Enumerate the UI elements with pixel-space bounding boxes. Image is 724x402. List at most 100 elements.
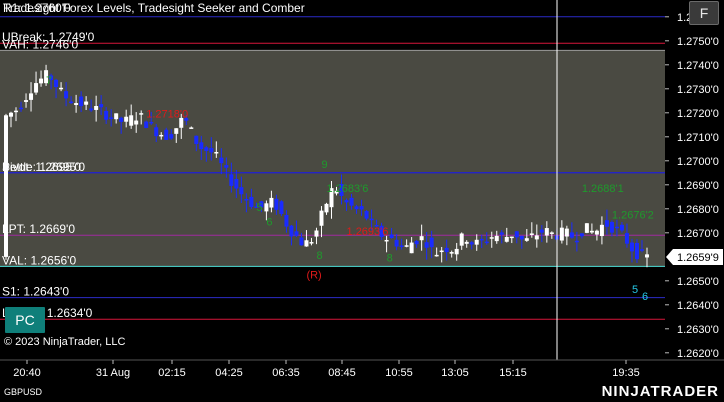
price-tick-label: 1.2730'0 bbox=[677, 84, 719, 96]
candle-body bbox=[514, 231, 519, 238]
level-label-s1: S1: 1.2643'0 bbox=[2, 285, 69, 299]
candle-body bbox=[414, 240, 419, 245]
candle-body bbox=[349, 197, 354, 206]
chart-canvas: UBreak: 1.2749'0VAH: 1.2746'0Pivot: 1.26… bbox=[0, 0, 724, 402]
candle-body bbox=[94, 106, 99, 110]
candle-body bbox=[54, 79, 59, 87]
signal-annotation: 9 bbox=[321, 159, 327, 171]
candle-body bbox=[469, 242, 474, 245]
candle-body bbox=[519, 235, 524, 240]
price-tick-label: 1.2620'0 bbox=[677, 348, 719, 360]
candle-body bbox=[69, 101, 74, 104]
candle-body bbox=[89, 108, 94, 111]
candle-body bbox=[509, 236, 514, 239]
candle-body bbox=[4, 115, 8, 257]
signal-annotation: 1.2693'6 bbox=[347, 226, 389, 238]
candle-body bbox=[624, 233, 629, 244]
candle-body bbox=[289, 225, 294, 237]
candle-body bbox=[479, 238, 484, 241]
candle-body bbox=[404, 245, 409, 247]
candle-body bbox=[104, 110, 109, 120]
candle-body bbox=[24, 100, 29, 102]
candle-body bbox=[159, 134, 164, 137]
candle-body bbox=[294, 231, 299, 236]
candle-body bbox=[464, 241, 469, 244]
candle-body bbox=[214, 151, 219, 154]
candle-body bbox=[524, 238, 529, 241]
candle-body bbox=[224, 165, 229, 168]
candle-body bbox=[639, 249, 644, 251]
price-tick-label: 1.2670'0 bbox=[677, 228, 719, 240]
candle-body bbox=[269, 197, 274, 208]
signal-annotation: (R) bbox=[306, 269, 321, 281]
candle-body bbox=[139, 113, 144, 115]
candle-body bbox=[539, 229, 544, 233]
candle-body bbox=[574, 240, 579, 243]
candle-body bbox=[394, 239, 399, 247]
candle-body bbox=[599, 224, 604, 237]
signal-annotation: 1.2688'1 bbox=[582, 183, 624, 195]
candle-body bbox=[9, 112, 14, 117]
candle-body bbox=[429, 237, 434, 248]
signal-annotation: 1.2683'6 bbox=[326, 183, 368, 195]
candle-body bbox=[79, 96, 84, 107]
candle-body bbox=[389, 234, 394, 239]
time-tick-label: 04:25 bbox=[215, 367, 243, 379]
signal-annotation: 8 bbox=[316, 250, 322, 262]
candle-body bbox=[629, 242, 634, 252]
candle-body bbox=[559, 227, 564, 241]
candle-body bbox=[84, 101, 89, 105]
candle-body bbox=[399, 245, 404, 247]
candle-body bbox=[534, 235, 539, 240]
candle-body bbox=[194, 135, 199, 144]
signal-annotation: 5 bbox=[256, 202, 262, 214]
candle-body bbox=[129, 115, 134, 126]
candle-body bbox=[589, 230, 594, 233]
candle-body bbox=[169, 134, 174, 139]
candle-body bbox=[34, 83, 39, 93]
candle-body bbox=[569, 232, 574, 238]
price-tick-label: 1.2640'0 bbox=[677, 300, 719, 312]
price-tick-label: 1.2680'0 bbox=[677, 204, 719, 216]
time-tick-label: 02:15 bbox=[158, 367, 186, 379]
candle-body bbox=[369, 218, 374, 221]
candle-body bbox=[219, 157, 224, 164]
candle-body bbox=[14, 110, 19, 113]
candle-body bbox=[354, 206, 359, 210]
time-tick-label: 06:35 bbox=[272, 367, 300, 379]
candle-body bbox=[164, 129, 169, 140]
candle-body bbox=[549, 232, 554, 234]
price-tick-label: 1.2690'0 bbox=[677, 180, 719, 192]
candle-body bbox=[29, 93, 34, 100]
candle-body bbox=[249, 196, 254, 207]
candle-body bbox=[274, 198, 279, 210]
r1-label: R1: 1.2760'0 bbox=[3, 1, 71, 15]
price-tick-label: 1.2630'0 bbox=[677, 324, 719, 336]
level-label-vah: VAH: 1.2746'0 bbox=[2, 37, 78, 51]
candle-body bbox=[384, 239, 389, 242]
candle-body bbox=[99, 104, 104, 108]
time-tick-label: 19:35 bbox=[612, 367, 640, 379]
price-tick-label: 1.2700'0 bbox=[677, 156, 719, 168]
candle-body bbox=[64, 91, 69, 99]
candle-body bbox=[594, 230, 599, 235]
candle-body bbox=[279, 201, 284, 214]
candle-body bbox=[449, 252, 454, 254]
candle-body bbox=[409, 242, 414, 254]
price-tick-label: 1.2740'0 bbox=[677, 60, 719, 72]
candle-body bbox=[304, 240, 309, 247]
candle-body bbox=[344, 200, 349, 203]
candle-body bbox=[644, 254, 649, 258]
candle-body bbox=[134, 120, 139, 125]
candle-body bbox=[529, 233, 534, 236]
candle-body bbox=[299, 237, 304, 246]
candle-body bbox=[239, 187, 244, 195]
signal-annotation: 6 bbox=[266, 217, 272, 229]
chart-menu-button[interactable]: F bbox=[689, 1, 719, 25]
candle-body bbox=[614, 226, 619, 229]
current-price-label: 1.2659'9 bbox=[677, 252, 719, 264]
candle-body bbox=[499, 232, 504, 235]
pc-button[interactable]: PC bbox=[5, 307, 45, 333]
candle-body bbox=[424, 242, 429, 248]
candle-body bbox=[229, 174, 234, 186]
